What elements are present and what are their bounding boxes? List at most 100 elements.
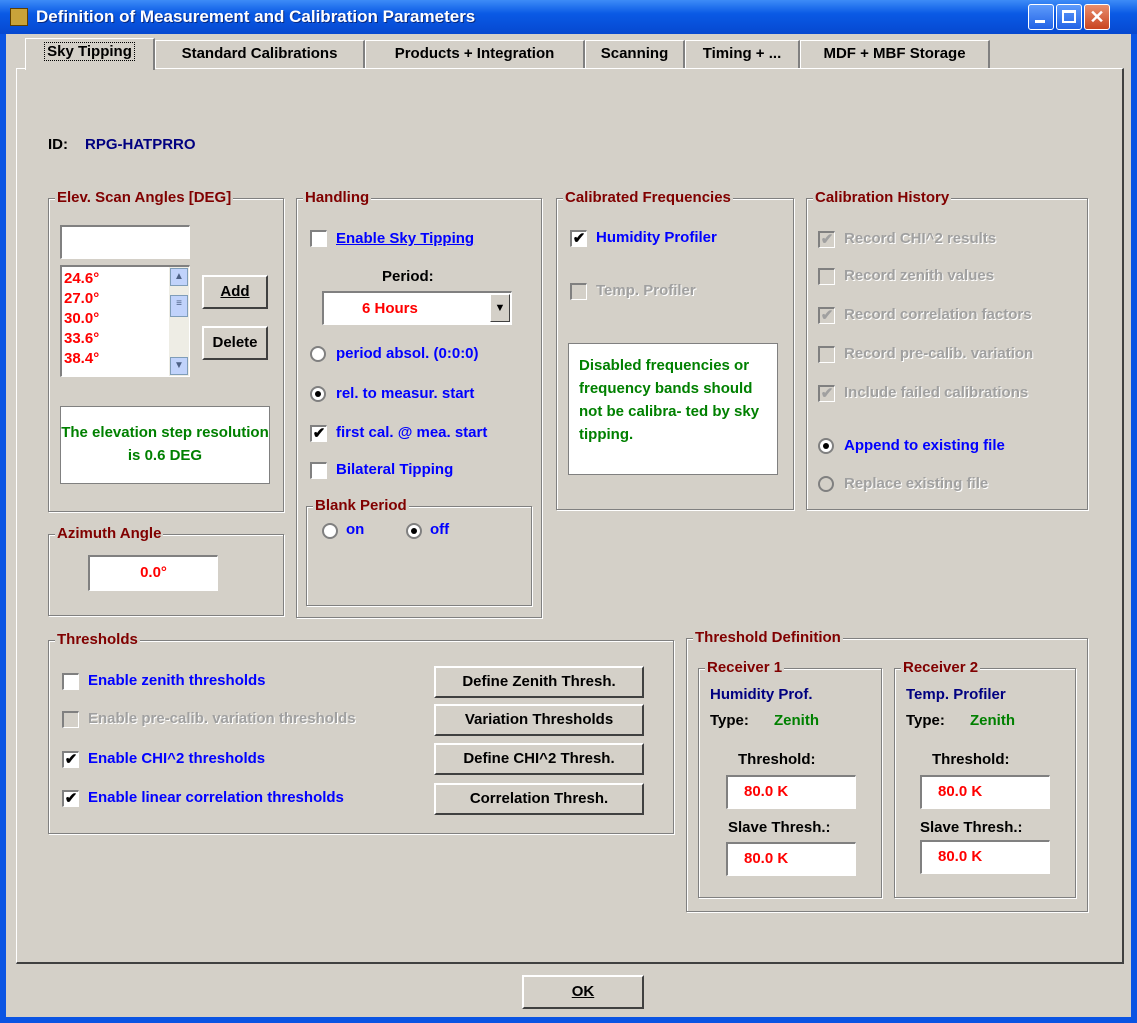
first-cal-label[interactable]: first cal. @ mea. start — [336, 424, 487, 441]
period-absolute-radio[interactable] — [310, 346, 326, 362]
include-failed-checkbox[interactable]: ✔ — [818, 385, 835, 402]
scroll-thumb[interactable]: ≡ — [170, 295, 188, 317]
zenith-thresholds-checkbox[interactable] — [62, 673, 79, 690]
record-chi2-label: Record CHI^2 results — [844, 230, 997, 247]
elev-angle-input[interactable] — [60, 225, 190, 259]
replace-file-radio[interactable] — [818, 476, 834, 492]
chi2-thresholds-checkbox[interactable]: ✔ — [62, 751, 79, 768]
thresholds-title: Thresholds — [55, 631, 140, 648]
close-button[interactable]: ✕ — [1084, 4, 1110, 30]
record-correlation-label: Record correlation factors — [844, 306, 1032, 323]
receiver-2-threshold-input[interactable]: 80.0 K — [920, 775, 1050, 809]
chevron-down-icon[interactable]: ▼ — [490, 294, 510, 322]
list-scrollbar[interactable]: ▲ ≡ ▼ — [169, 267, 189, 376]
bilateral-tipping-checkbox[interactable] — [310, 462, 327, 479]
receiver-1-threshold-input[interactable]: 80.0 K — [726, 775, 856, 809]
minimize-icon — [1035, 20, 1045, 23]
record-precalib-label: Record pre-calib. variation — [844, 345, 1034, 362]
azimuth-input[interactable]: 0.0° — [88, 555, 218, 591]
tab-products-integration[interactable]: Products + Integration — [365, 40, 585, 68]
record-zenith-checkbox[interactable] — [818, 268, 835, 285]
radio-dot-icon — [411, 528, 417, 534]
receiver-2-threshold-label: Threshold: — [932, 751, 1010, 768]
include-failed-label: Include failed calibrations — [844, 384, 1029, 401]
receiver-2-slave-label: Slave Thresh.: — [920, 819, 1023, 836]
relative-start-radio[interactable] — [310, 386, 326, 402]
enable-sky-tipping-label[interactable]: Enable Sky Tipping — [336, 230, 474, 247]
variation-thresholds-button[interactable]: Variation Thresholds — [434, 704, 644, 736]
bilateral-tipping-label[interactable]: Bilateral Tipping — [336, 461, 453, 478]
receiver-1-type-value: Zenith — [774, 712, 819, 729]
elev-scan-title: Elev. Scan Angles [DEG] — [55, 189, 234, 206]
precalib-thresholds-checkbox[interactable] — [62, 711, 79, 728]
calibration-history-title: Calibration History — [813, 189, 952, 206]
window: Definition of Measurement and Calibratio… — [0, 0, 1137, 1023]
humidity-profiler-checkbox[interactable]: ✔ — [570, 230, 587, 247]
blank-period-on-label[interactable]: on — [346, 521, 364, 538]
receiver-1-slave-input[interactable]: 80.0 K — [726, 842, 856, 876]
blank-period-title: Blank Period — [313, 497, 409, 514]
blank-period-off-label[interactable]: off — [430, 521, 449, 538]
tab-sky-tipping[interactable]: Sky Tipping — [25, 38, 155, 70]
tab-label: Standard Calibrations — [181, 45, 338, 62]
elev-angle-list[interactable]: 24.6° 27.0° 30.0° 33.6° 38.4° ▲ ≡ ▼ — [60, 265, 190, 377]
blank-period-on-radio[interactable] — [322, 523, 338, 539]
receiver-2-type-value: Zenith — [970, 712, 1015, 729]
add-button-label: Add — [220, 283, 250, 300]
record-chi2-checkbox[interactable]: ✔ — [818, 231, 835, 248]
tab-label: Timing + ... — [702, 45, 782, 62]
elev-resolution-note: The elevation step resolution is 0.6 DEG — [60, 406, 270, 484]
humidity-profiler-label[interactable]: Humidity Profiler — [596, 229, 717, 246]
correlation-thresholds-label[interactable]: Enable linear correlation thresholds — [88, 789, 344, 806]
scroll-up-icon[interactable]: ▲ — [170, 268, 188, 286]
radio-dot-icon — [823, 443, 829, 449]
threshold-definition-title: Threshold Definition — [693, 629, 843, 646]
receiver-2-slave-input[interactable]: 80.0 K — [920, 840, 1050, 874]
tab-label: Products + Integration — [394, 45, 555, 62]
receiver-1-threshold-label: Threshold: — [738, 751, 816, 768]
frequencies-note: Disabled frequencies or frequency bands … — [568, 343, 778, 475]
append-file-label[interactable]: Append to existing file — [844, 437, 1005, 454]
app-icon — [10, 8, 28, 26]
temp-profiler-checkbox[interactable] — [570, 283, 587, 300]
receiver-1-type-label: Type: — [710, 712, 749, 729]
add-button[interactable]: Add — [202, 275, 268, 309]
receiver-2-title: Receiver 2 — [901, 659, 981, 676]
first-cal-checkbox[interactable]: ✔ — [310, 425, 327, 442]
period-select[interactable]: 6 Hours ▼ — [322, 291, 512, 325]
append-file-radio[interactable] — [818, 438, 834, 454]
blank-period-off-radio[interactable] — [406, 523, 422, 539]
precalib-thresholds-label: Enable pre-calib. variation thresholds — [88, 710, 356, 727]
define-zenith-thresh-button[interactable]: Define Zenith Thresh. — [434, 666, 644, 698]
maximize-button[interactable] — [1056, 4, 1082, 30]
scroll-down-icon[interactable]: ▼ — [170, 357, 188, 375]
radio-dot-icon — [315, 391, 321, 397]
azimuth-title: Azimuth Angle — [55, 525, 164, 542]
temp-profiler-label: Temp. Profiler — [596, 282, 696, 299]
id-label: ID: — [48, 136, 68, 153]
tab-mdf-mbf-storage[interactable]: MDF + MBF Storage — [800, 40, 990, 68]
delete-button[interactable]: Delete — [202, 326, 268, 360]
minimize-button[interactable] — [1028, 4, 1054, 30]
tab-timing[interactable]: Timing + ... — [685, 40, 800, 68]
blank-period-group: Blank Period — [306, 497, 532, 606]
correlation-thresh-button[interactable]: Correlation Thresh. — [434, 783, 644, 815]
enable-sky-tipping-checkbox[interactable] — [310, 230, 327, 247]
maximize-icon — [1062, 10, 1076, 23]
record-precalib-checkbox[interactable] — [818, 346, 835, 363]
chi2-thresholds-label[interactable]: Enable CHI^2 thresholds — [88, 750, 265, 767]
tab-scanning[interactable]: Scanning — [585, 40, 685, 68]
zenith-thresholds-label[interactable]: Enable zenith thresholds — [88, 672, 266, 689]
tab-label: Sky Tipping — [44, 42, 135, 61]
ok-button[interactable]: OK — [522, 975, 644, 1009]
correlation-thresholds-checkbox[interactable]: ✔ — [62, 790, 79, 807]
tab-standard-calibrations[interactable]: Standard Calibrations — [155, 40, 365, 68]
title-bar[interactable]: Definition of Measurement and Calibratio… — [0, 0, 1137, 34]
calibrated-frequencies-title: Calibrated Frequencies — [563, 189, 733, 206]
receiver-1-slave-label: Slave Thresh.: — [728, 819, 831, 836]
relative-start-label[interactable]: rel. to measur. start — [336, 385, 474, 402]
period-absolute-label[interactable]: period absol. (0:0:0) — [336, 345, 479, 362]
define-chi2-thresh-button[interactable]: Define CHI^2 Thresh. — [434, 743, 644, 775]
record-correlation-checkbox[interactable]: ✔ — [818, 307, 835, 324]
receiver-2-name: Temp. Profiler — [906, 686, 1006, 703]
